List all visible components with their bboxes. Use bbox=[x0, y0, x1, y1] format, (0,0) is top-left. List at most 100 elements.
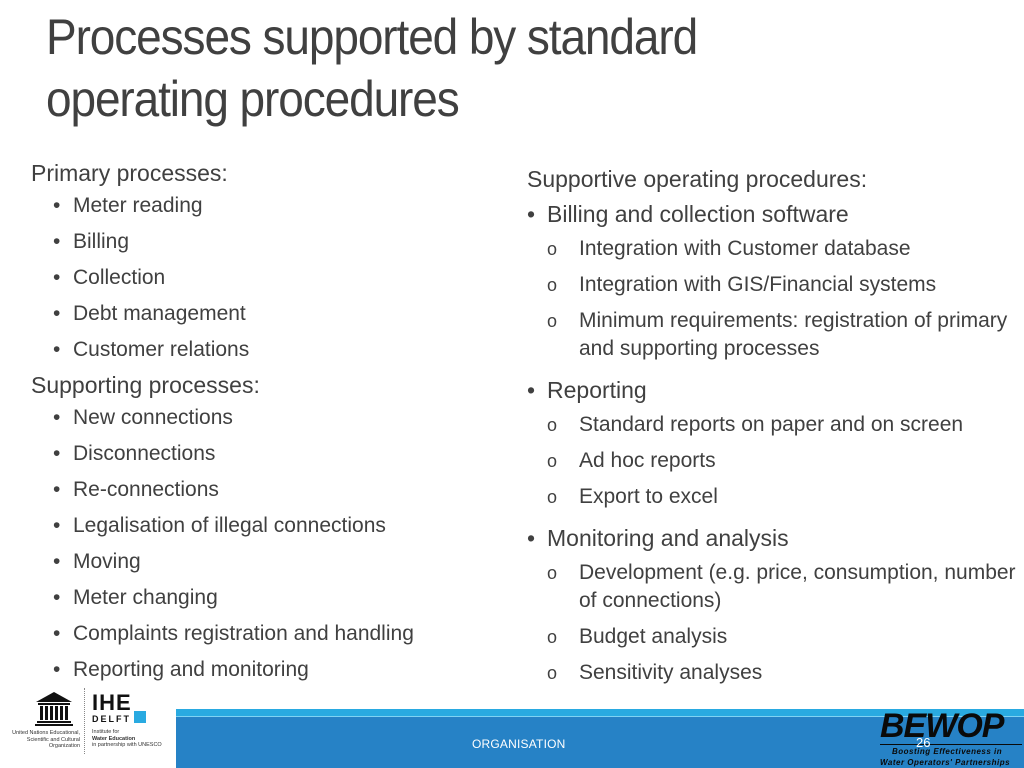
bullet-icon: • bbox=[53, 338, 61, 361]
bullet-icon: • bbox=[53, 658, 61, 681]
list-item: • Billing bbox=[31, 224, 501, 260]
procedure-subitem: o Budget analysis bbox=[527, 623, 1024, 651]
list-item-text: Moving bbox=[73, 550, 141, 573]
bullet-icon: • bbox=[527, 525, 536, 551]
list-item: • Meter reading bbox=[31, 188, 501, 224]
procedure-subitem: o Export to excel bbox=[527, 483, 1024, 511]
bewop-name: BEWOP bbox=[880, 707, 1004, 745]
procedure-group: • Reporting o Standard reports on paper and… bbox=[527, 371, 1024, 511]
list-item: • Debt management bbox=[31, 296, 501, 332]
ihe-name: IHE bbox=[92, 690, 132, 715]
supporting-processes-list: • New connections • Disconnections • Re-conne… bbox=[31, 400, 501, 688]
page-number: 26 bbox=[916, 735, 931, 750]
procedure-group-label: Monitoring and analysis bbox=[547, 525, 789, 551]
list-item-text: Reporting and monitoring bbox=[73, 658, 309, 681]
list-item-text: Meter reading bbox=[73, 194, 203, 217]
procedure-group-label: Reporting bbox=[547, 377, 647, 403]
list-item-text: Complaints registration and handling bbox=[73, 622, 414, 645]
ihe-square-icon bbox=[134, 711, 146, 723]
procedure-sublist: o Development (e.g. price, consumption, n… bbox=[547, 559, 1024, 687]
list-item-text: Legalisation of illegal connections bbox=[73, 514, 386, 537]
procedure-subitem: o Sensitivity analyses bbox=[527, 659, 1024, 687]
list-item: • Re-connections bbox=[31, 472, 501, 508]
bullet-icon: • bbox=[53, 194, 61, 217]
sub-bullet-icon: o bbox=[547, 563, 558, 583]
list-item-text: Customer relations bbox=[73, 338, 250, 361]
list-item-text: New connections bbox=[73, 406, 233, 429]
sub-bullet-icon: o bbox=[547, 415, 558, 435]
bullet-icon: • bbox=[53, 586, 61, 609]
bullet-icon: • bbox=[53, 550, 61, 573]
list-item: • Customer relations bbox=[31, 332, 501, 368]
bullet-icon: • bbox=[53, 230, 61, 253]
list-item-text: Re-connections bbox=[73, 478, 219, 501]
bullet-icon: • bbox=[53, 302, 61, 325]
footer-label: ORGANISATION bbox=[472, 737, 566, 751]
list-item-text: Disconnections bbox=[73, 442, 216, 465]
procedure-subitem-text: Minimum requirements: registration of pr… bbox=[579, 309, 1008, 360]
procedure-subitem: o Integration with Customer database bbox=[527, 235, 1024, 263]
ihe-caption: Institute for Water Education in partner… bbox=[92, 729, 162, 749]
slide-title: Processes supported by standard operatin… bbox=[46, 9, 698, 127]
procedure-sublist: o Standard reports on paper and on screen… bbox=[547, 411, 1024, 511]
unesco-logo bbox=[14, 690, 94, 760]
supporting-processes-heading: Supporting processes: bbox=[31, 372, 260, 398]
bullet-icon: • bbox=[53, 478, 61, 501]
bullet-icon: • bbox=[53, 442, 61, 465]
procedure-group-label: Billing and collection software bbox=[547, 201, 849, 227]
bewop-logo: BEWOP Boosting Effectiveness in Water Op… bbox=[878, 708, 1024, 768]
supportive-procedures-heading: Supportive operating procedures: bbox=[527, 166, 868, 192]
procedure-subitem-text: Integration with GIS/Financial systems bbox=[579, 273, 937, 296]
list-item-text: Billing bbox=[73, 230, 130, 253]
sub-bullet-icon: o bbox=[547, 451, 558, 471]
procedure-subitem-text: Export to excel bbox=[579, 485, 718, 508]
unesco-temple-icon bbox=[35, 692, 73, 726]
bewop-rule bbox=[880, 744, 1022, 745]
bewop-tagline: Boosting Effectiveness in bbox=[892, 747, 1003, 756]
sub-bullet-icon: o bbox=[547, 275, 558, 295]
procedure-subitem-text: Standard reports on paper and on screen bbox=[579, 413, 964, 436]
primary-processes-heading: Primary processes: bbox=[31, 160, 228, 186]
sub-bullet-icon: o bbox=[547, 311, 558, 331]
procedure-subitem-text: Ad hoc reports bbox=[579, 449, 716, 472]
unesco-caption: United Nations Educational, Scientific a… bbox=[12, 730, 80, 749]
list-item: • Moving bbox=[31, 544, 501, 580]
sub-bullet-icon: o bbox=[547, 627, 558, 647]
right-column: Supportive operating procedures: • Billin… bbox=[527, 163, 1024, 695]
list-item: • Collection bbox=[31, 260, 501, 296]
sub-bullet-icon: o bbox=[547, 663, 558, 683]
list-item-text: Meter changing bbox=[73, 586, 218, 609]
list-item: • New connections bbox=[31, 400, 501, 436]
list-item: • Complaints registration and handling bbox=[31, 616, 501, 652]
list-item: • Reporting and monitoring bbox=[31, 652, 501, 688]
bullet-icon: • bbox=[527, 201, 536, 227]
sub-bullet-icon: o bbox=[547, 239, 558, 259]
procedure-subitem: o Ad hoc reports bbox=[527, 447, 1024, 475]
bewop-tagline: Water Operators' Partnerships bbox=[880, 758, 1011, 767]
procedure-subitem-text: Development (e.g. price, consumption, nu… bbox=[579, 561, 1016, 612]
bullet-icon: • bbox=[53, 622, 61, 645]
sub-bullet-icon: o bbox=[547, 487, 558, 507]
bullet-icon: • bbox=[53, 514, 61, 537]
bullet-icon: • bbox=[53, 266, 61, 289]
procedure-subitem-text: Budget analysis bbox=[579, 625, 728, 648]
list-item: • Legalisation of illegal connections bbox=[31, 508, 501, 544]
procedure-group: • Monitoring and analysis o Development (e.… bbox=[527, 519, 1024, 687]
left-column: Primary processes: • Meter reading • Billin… bbox=[31, 158, 501, 688]
procedure-subitem: o Minimum requirements: registration of p… bbox=[527, 307, 1024, 363]
list-item-text: Collection bbox=[73, 266, 166, 289]
supportive-procedures-list: • Billing and collection software o Integra… bbox=[527, 195, 1024, 687]
bullet-icon: • bbox=[527, 377, 536, 403]
procedure-subitem: o Development (e.g. price, consumption, n… bbox=[527, 559, 1024, 615]
list-item: • Disconnections bbox=[31, 436, 501, 472]
ihe-caption-line: in partnership with UNESCO bbox=[92, 742, 162, 748]
procedure-subitem-text: Sensitivity analyses bbox=[579, 661, 763, 684]
list-item: • Meter changing bbox=[31, 580, 501, 616]
procedure-subitem: o Standard reports on paper and on screen bbox=[527, 411, 1024, 439]
procedure-sublist: o Integration with Customer database o Inte… bbox=[547, 235, 1024, 363]
procedure-subitem-text: Integration with Customer database bbox=[579, 237, 911, 260]
primary-processes-list: • Meter reading • Billing • Collection • Debt m… bbox=[31, 188, 501, 368]
ihe-sub: DELFT bbox=[92, 714, 131, 724]
procedure-group: • Billing and collection software o Integra… bbox=[527, 195, 1024, 363]
list-item-text: Debt management bbox=[73, 302, 246, 325]
